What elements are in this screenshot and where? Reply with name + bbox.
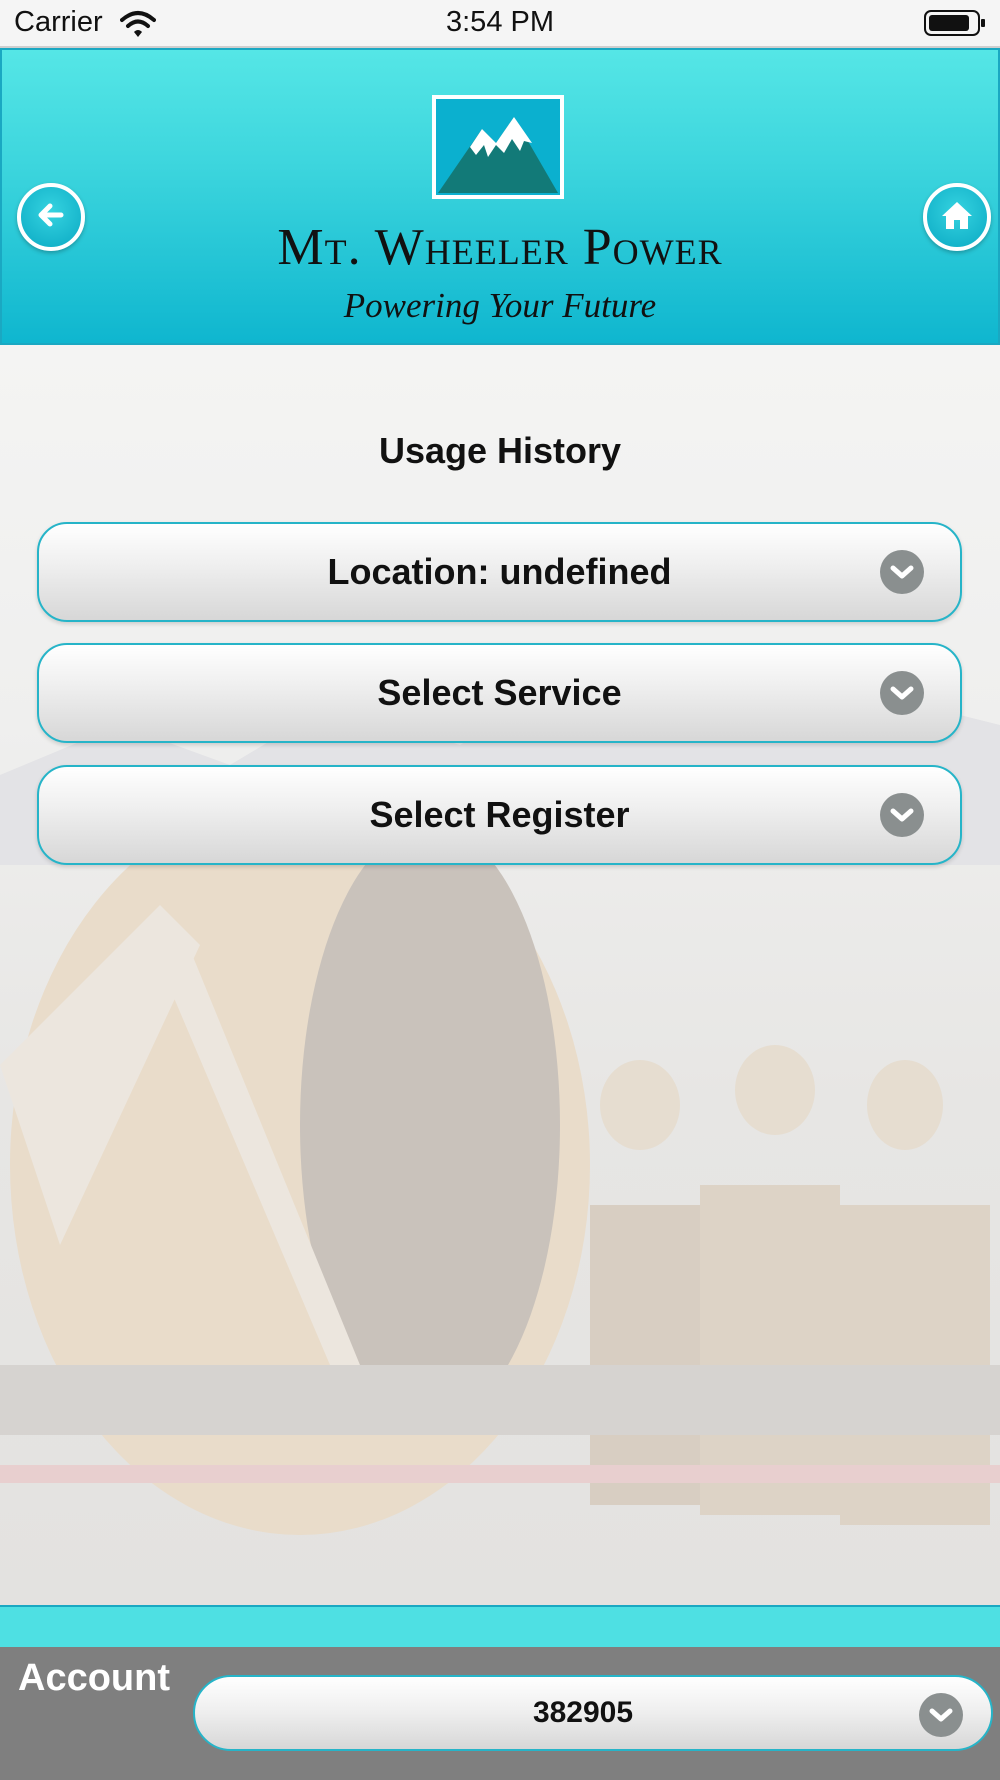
location-select[interactable]: Location: undefined bbox=[37, 522, 962, 622]
register-select-label: Select Register bbox=[369, 794, 630, 835]
location-select-label: Location: undefined bbox=[327, 551, 672, 592]
account-select[interactable]: 382905 bbox=[193, 1675, 993, 1751]
page-title: Usage History bbox=[378, 430, 622, 471]
brand-tagline: Powering Your Future bbox=[343, 286, 657, 325]
battery-icon bbox=[924, 9, 986, 42]
account-label: Account bbox=[18, 1657, 170, 1699]
status-time: 3:54 PM bbox=[446, 6, 554, 38]
account-number: 382905 bbox=[532, 1696, 634, 1729]
home-button[interactable] bbox=[923, 183, 991, 251]
chevron-down-icon bbox=[919, 1693, 963, 1737]
app-header: Mt. Wheeler Power Powering Your Future bbox=[0, 48, 1000, 345]
chevron-down-icon bbox=[880, 550, 924, 594]
brand-name: Mt. Wheeler Power bbox=[277, 219, 723, 276]
home-icon bbox=[937, 195, 977, 240]
chevron-down-icon bbox=[880, 793, 924, 837]
account-footer: Account 382905 bbox=[0, 1605, 1000, 1780]
chevron-down-icon bbox=[880, 671, 924, 715]
footer-band bbox=[0, 1607, 1000, 1647]
status-bar: Carrier 3:54 PM bbox=[0, 0, 1000, 48]
register-select[interactable]: Select Register bbox=[37, 765, 962, 865]
service-select[interactable]: Select Service bbox=[37, 643, 962, 743]
service-select-label: Select Service bbox=[377, 672, 622, 713]
company-logo bbox=[432, 95, 564, 199]
